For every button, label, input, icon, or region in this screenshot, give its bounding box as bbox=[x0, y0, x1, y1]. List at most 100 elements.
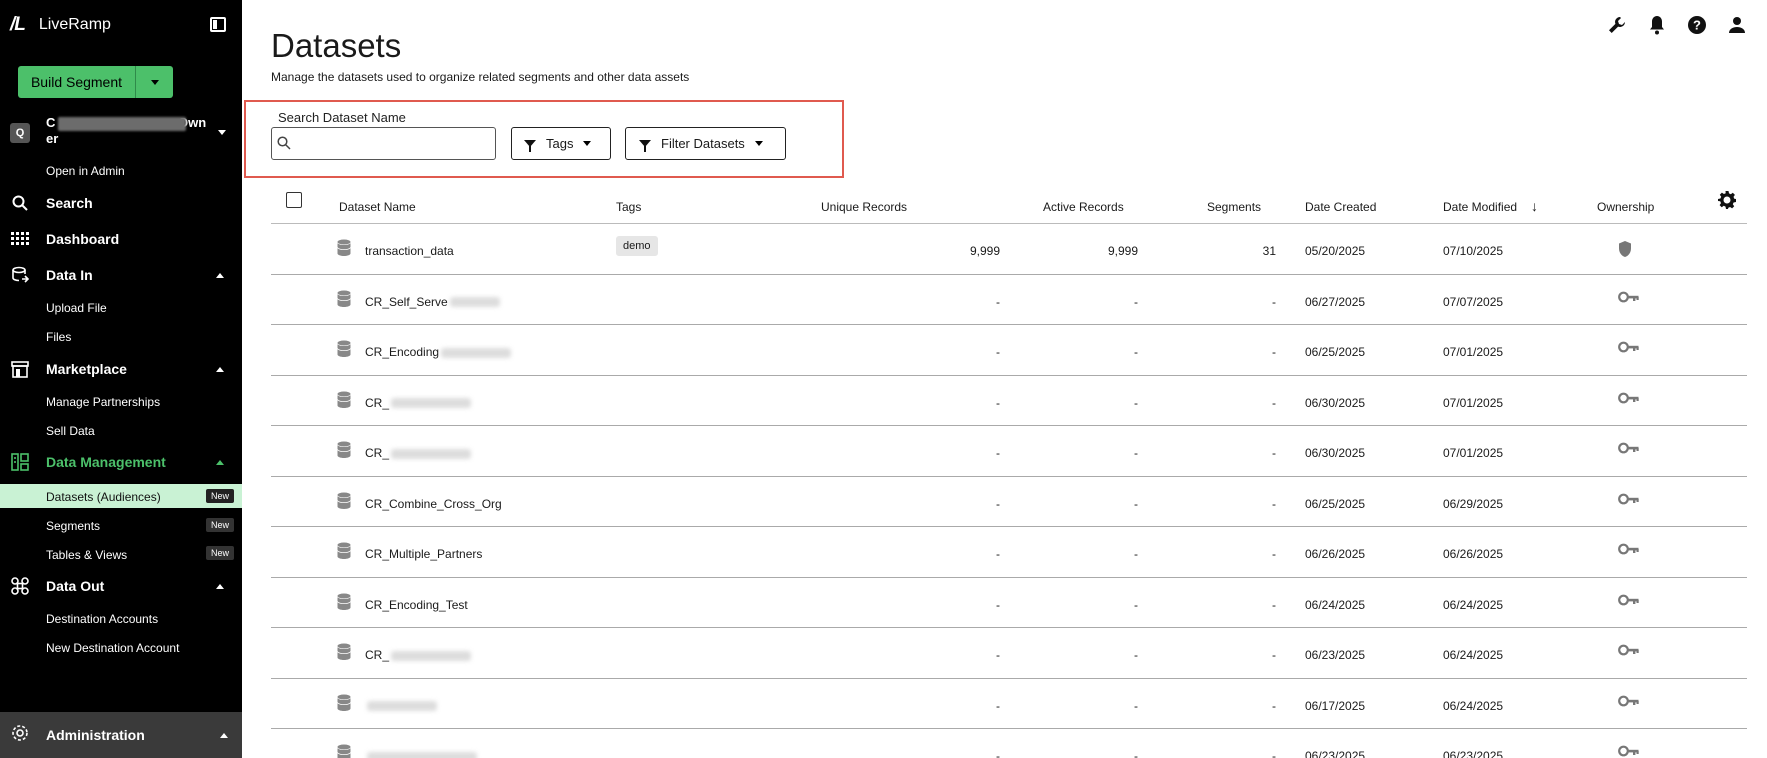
dataset-name-link[interactable] bbox=[365, 699, 437, 713]
table-row[interactable]: CR_Self_Serve - - - 06/27/2025 07/07/2025 bbox=[271, 275, 1747, 325]
active-records: - bbox=[1134, 597, 1138, 612]
col-unique-records[interactable]: Unique Records bbox=[821, 200, 907, 214]
tag-chip[interactable]: demo bbox=[616, 236, 658, 256]
table-row[interactable]: CR_ - - - 06/30/2025 07/01/2025 bbox=[271, 426, 1747, 477]
filter-icon bbox=[639, 140, 651, 152]
redacted-text bbox=[441, 347, 512, 358]
table-row[interactable]: CR_ - - - 06/23/2025 06/24/2025 bbox=[271, 628, 1747, 679]
build-segment-label[interactable]: Build Segment bbox=[18, 66, 136, 98]
search-input[interactable] bbox=[271, 127, 496, 160]
dataset-name-link[interactable] bbox=[365, 749, 477, 758]
account-name-start: C bbox=[46, 115, 56, 130]
database-icon bbox=[337, 593, 351, 611]
table-row[interactable]: CR_ - - - 06/30/2025 07/01/2025 bbox=[271, 376, 1747, 426]
nav-search[interactable]: Search bbox=[10, 191, 232, 215]
segments-count: - bbox=[1272, 698, 1276, 713]
dataset-name-link[interactable]: CR_Multiple_Partners bbox=[365, 547, 482, 561]
logo-mark: /L bbox=[10, 14, 26, 35]
nav-manage-partnerships[interactable]: Manage Partnerships bbox=[46, 395, 160, 409]
unique-records: - bbox=[996, 294, 1000, 309]
nav-datasets[interactable]: Datasets (Audiences) New bbox=[0, 484, 242, 508]
nav-data-management[interactable]: Data Management bbox=[10, 450, 232, 474]
account-switcher[interactable]: Q C Own er bbox=[10, 115, 232, 153]
segments-count: - bbox=[1272, 345, 1276, 359]
nav-dashboard[interactable]: Dashboard bbox=[10, 227, 232, 251]
col-date-modified[interactable]: Date Modified bbox=[1443, 200, 1517, 214]
table-row[interactable]: - - - 06/23/2025 06/23/2025 bbox=[271, 729, 1747, 758]
bell-icon[interactable] bbox=[1647, 14, 1667, 36]
nav-upload-file[interactable]: Upload File bbox=[46, 301, 107, 315]
nav-files[interactable]: Files bbox=[46, 330, 71, 344]
help-icon[interactable]: ? bbox=[1687, 14, 1707, 36]
nav-marketplace-label: Marketplace bbox=[46, 361, 127, 377]
dataset-name-link[interactable]: CR_ bbox=[365, 446, 472, 460]
search-icon bbox=[10, 193, 30, 213]
table-row[interactable]: CR_Combine_Cross_Org - - - 06/25/2025 06/29/2… bbox=[271, 477, 1747, 527]
nav-segments[interactable]: Segments bbox=[46, 519, 100, 533]
nav-dashboard-label: Dashboard bbox=[46, 231, 120, 247]
nav-sell-data[interactable]: Sell Data bbox=[46, 424, 95, 438]
redacted-text bbox=[391, 398, 472, 409]
dataset-name-link[interactable]: transaction_data bbox=[365, 244, 454, 258]
dataset-name-link[interactable]: CR_Encoding bbox=[365, 345, 512, 359]
key-icon bbox=[1618, 341, 1640, 356]
table-row[interactable]: - - - 06/17/2025 06/24/2025 bbox=[271, 679, 1747, 729]
table-row[interactable]: transaction_data demo 9,999 9,999 31 05/20/20… bbox=[271, 224, 1747, 275]
unique-records: - bbox=[996, 648, 1000, 662]
table-row[interactable]: CR_Encoding - - - 06/25/2025 07/01/2025 bbox=[271, 325, 1747, 376]
nav-data-management-label: Data Management bbox=[46, 454, 166, 470]
nav-data-out[interactable]: Data Out bbox=[10, 574, 232, 598]
date-created: 06/26/2025 bbox=[1305, 547, 1366, 561]
user-icon[interactable] bbox=[1727, 14, 1747, 36]
database-icon bbox=[337, 694, 351, 712]
nav-destination-accounts[interactable]: Destination Accounts bbox=[46, 612, 158, 626]
nav-marketplace[interactable]: Marketplace bbox=[10, 357, 232, 381]
data-management-icon bbox=[10, 452, 30, 472]
nav-tables-views[interactable]: Tables & Views bbox=[46, 548, 127, 562]
dataset-name: CR_ bbox=[365, 395, 390, 410]
build-segment-button[interactable]: Build Segment bbox=[18, 66, 173, 98]
unique-records: - bbox=[996, 698, 1000, 713]
page-title: Datasets bbox=[271, 27, 402, 64]
dataset-name-link[interactable]: CR_Self_Serve bbox=[365, 295, 500, 309]
dataset-name-link[interactable]: CR_Encoding_Test bbox=[365, 598, 468, 612]
col-date-created[interactable]: Date Created bbox=[1305, 200, 1376, 214]
select-all-checkbox[interactable] bbox=[286, 192, 302, 208]
dataset-name-link[interactable]: CR_Combine_Cross_Org bbox=[365, 497, 502, 511]
nav-administration[interactable]: Administration bbox=[0, 712, 242, 758]
dataset-name-link[interactable]: CR_ bbox=[365, 648, 472, 662]
date-modified: 06/24/2025 bbox=[1443, 648, 1504, 662]
wrench-icon[interactable] bbox=[1607, 14, 1627, 36]
collapse-sidebar-icon[interactable] bbox=[210, 17, 226, 32]
dataset-name: CR_ bbox=[365, 648, 390, 662]
logo[interactable]: /L LiveRamp bbox=[10, 14, 111, 36]
col-tags[interactable]: Tags bbox=[616, 200, 641, 214]
search-label: Search Dataset Name bbox=[278, 110, 406, 125]
filter-datasets-button[interactable]: Filter Datasets bbox=[625, 127, 786, 160]
dataset-name-link[interactable]: CR_ bbox=[365, 395, 472, 410]
build-segment-dropdown[interactable] bbox=[136, 66, 173, 98]
nav-data-in[interactable]: Data In bbox=[10, 263, 232, 287]
table-row[interactable]: CR_Multiple_Partners - - - 06/26/2025 06/26/2… bbox=[271, 527, 1747, 578]
tags-filter-button[interactable]: Tags bbox=[511, 127, 611, 160]
col-active-records[interactable]: Active Records bbox=[1043, 200, 1124, 214]
header-icons: ? bbox=[1607, 14, 1747, 36]
col-ownership[interactable]: Ownership bbox=[1597, 200, 1654, 214]
sort-down-arrow-icon[interactable]: ↓ bbox=[1531, 198, 1538, 214]
search-dataset-field[interactable] bbox=[296, 130, 491, 157]
chevron-up-icon bbox=[216, 583, 224, 589]
redacted-text bbox=[367, 701, 437, 712]
data-in-icon bbox=[10, 265, 30, 285]
col-dataset-name[interactable]: Dataset Name bbox=[339, 200, 416, 214]
gear-icon[interactable] bbox=[1717, 190, 1737, 216]
nav-new-destination-account[interactable]: New Destination Account bbox=[46, 641, 179, 655]
open-in-admin-link[interactable]: Open in Admin bbox=[46, 164, 125, 178]
key-icon bbox=[1618, 493, 1640, 508]
table-row[interactable]: CR_Encoding_Test - - - 06/24/2025 06/24/2025 bbox=[271, 578, 1747, 628]
col-segments[interactable]: Segments bbox=[1207, 200, 1261, 214]
chevron-up-icon bbox=[216, 459, 224, 465]
search-icon bbox=[277, 136, 291, 150]
chevron-up-icon bbox=[216, 366, 224, 372]
active-records: - bbox=[1134, 395, 1138, 410]
active-records: - bbox=[1134, 496, 1138, 511]
